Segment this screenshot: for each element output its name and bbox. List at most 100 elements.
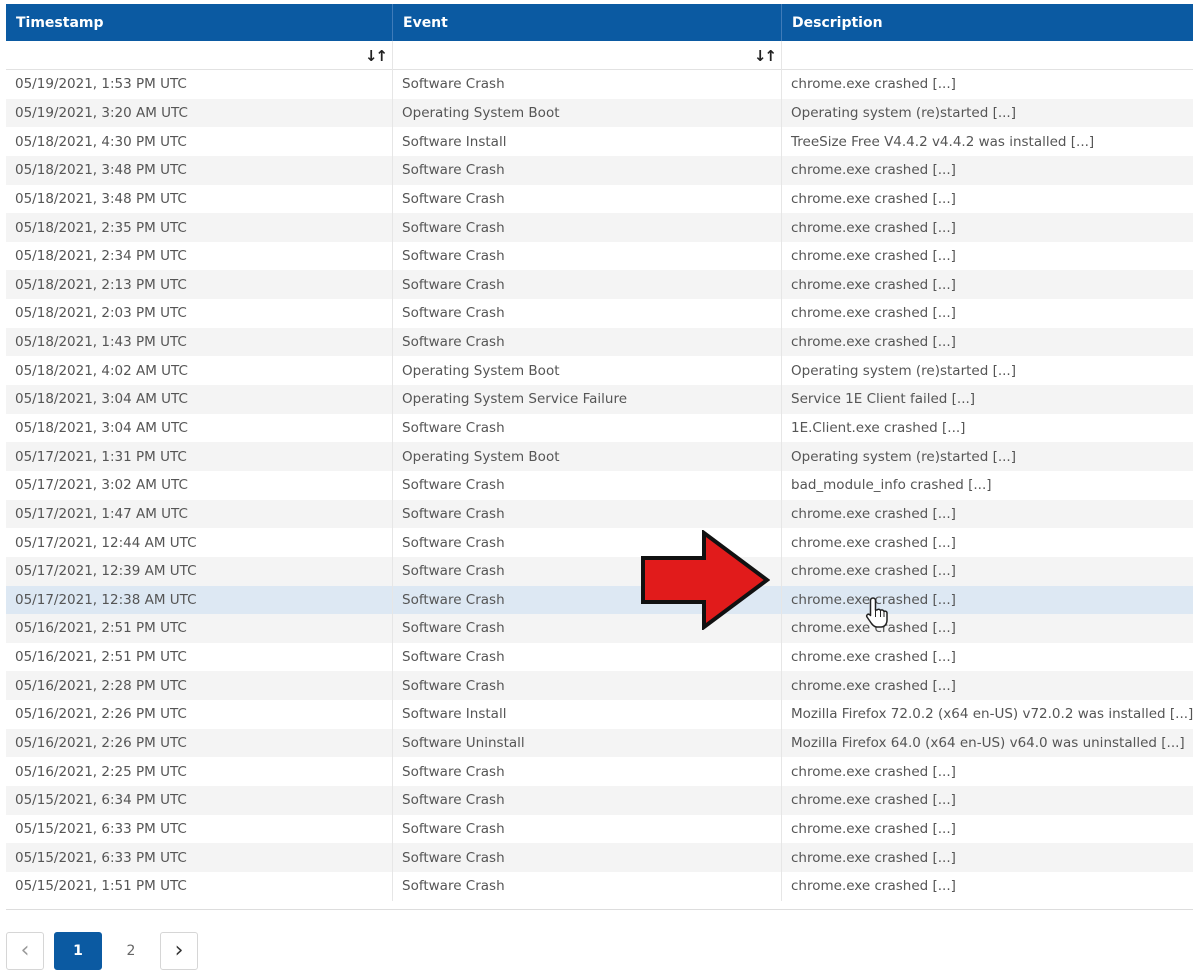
table-row[interactable]: 05/19/2021, 1:53 PM UTC Software Crash chr… [6, 70, 1193, 99]
cell-description: chrome.exe crashed [...] [791, 276, 956, 293]
cell-event: Software Crash [393, 843, 782, 872]
cell-description: Operating system (re)started [...] [791, 362, 1016, 379]
prev-page-button[interactable]: ‹ [6, 932, 44, 970]
table-row[interactable]: 05/17/2021, 12:44 AM UTC Software Crash ch… [6, 528, 1193, 557]
chevron-left-icon: ‹ [20, 938, 30, 963]
table-row[interactable]: 05/17/2021, 1:47 AM UTC Software Crash chr… [6, 499, 1193, 529]
cell-event: Software Install [393, 127, 782, 156]
cell-event: Software Crash [393, 241, 782, 271]
table-row[interactable]: 05/17/2021, 12:39 AM UTC Software Crash ch… [6, 556, 1193, 586]
cell-description: chrome.exe crashed [...] [791, 534, 956, 551]
cell-event: Software Crash [393, 155, 782, 185]
table-row[interactable]: 05/15/2021, 6:33 PM UTC Software Crash chr… [6, 814, 1193, 844]
cell-timestamp: 05/17/2021, 12:44 AM UTC [6, 528, 393, 557]
next-page-button[interactable]: › [160, 932, 198, 970]
table-row[interactable]: 05/16/2021, 2:51 PM UTC Software Crash chr… [6, 614, 1193, 643]
cell-timestamp: 05/18/2021, 1:43 PM UTC [6, 327, 393, 357]
cell-description: 1E.Client.exe crashed [...] [791, 420, 966, 436]
cell-event: Operating System Service Failure [393, 385, 782, 414]
cell-event: Operating System Boot [393, 442, 782, 471]
cell-event: Software Crash [393, 470, 782, 500]
sort-icon[interactable]: ↓↑ [365, 47, 388, 65]
table-row[interactable]: 05/16/2021, 2:51 PM UTC Software Crash chr… [6, 642, 1193, 672]
table-row[interactable]: 05/18/2021, 2:03 PM UTC Software Crash chr… [6, 299, 1193, 328]
table-row[interactable]: 05/17/2021, 3:02 AM UTC Software Crash bad… [6, 470, 1193, 500]
table-row[interactable]: 05/18/2021, 2:35 PM UTC Software Crash chr… [6, 213, 1193, 242]
table-row[interactable]: 05/15/2021, 6:34 PM UTC Software Crash chr… [6, 786, 1193, 815]
sort-cell-timestamp: ↓↑ [6, 41, 393, 70]
cell-event: Software Crash [393, 270, 782, 300]
table-row[interactable]: 05/16/2021, 2:26 PM UTC Software Uninstal… [6, 728, 1193, 758]
table-row[interactable]: 05/18/2021, 4:30 PM UTC Software Install T… [6, 127, 1193, 156]
cell-event: Software Crash [393, 213, 782, 242]
cell-event: Software Crash [393, 786, 782, 815]
cell-timestamp: 05/18/2021, 4:30 PM UTC [6, 127, 393, 156]
cell-event: Software Crash [393, 299, 782, 328]
table-row[interactable]: 05/18/2021, 3:04 AM UTC Software Crash 1E.… [6, 413, 1193, 443]
cell-timestamp: 05/19/2021, 1:53 PM UTC [6, 70, 393, 99]
table-row[interactable]: 05/18/2021, 1:43 PM UTC Software Crash chr… [6, 327, 1193, 357]
chevron-right-icon: › [174, 938, 184, 963]
table-row[interactable]: 05/18/2021, 3:04 AM UTC Operating System … [6, 385, 1193, 414]
cell-description: chrome.exe crashed [...] [791, 563, 956, 580]
cell-timestamp: 05/18/2021, 3:04 AM UTC [6, 385, 393, 414]
cell-timestamp: 05/17/2021, 12:38 AM UTC [6, 585, 393, 615]
cell-event: Software Crash [393, 184, 782, 214]
cell-description: chrome.exe crashed [...] [791, 849, 956, 866]
cell-timestamp: 05/18/2021, 3:48 PM UTC [6, 155, 393, 185]
cell-description: chrome.exe crashed [...] [791, 190, 956, 207]
column-header-description[interactable]: Description [782, 4, 1193, 41]
column-header-timestamp[interactable]: Timestamp [6, 4, 393, 41]
cell-description: chrome.exe crashed [...] [791, 76, 956, 93]
table-row[interactable]: 05/18/2021, 3:48 PM UTC Software Crash chr… [6, 155, 1193, 185]
cell-timestamp: 05/16/2021, 2:26 PM UTC [6, 728, 393, 758]
page-1-button[interactable]: 1 [54, 932, 102, 970]
cell-description: chrome.exe crashed [...] [791, 763, 956, 780]
cell-timestamp: 05/17/2021, 1:31 PM UTC [6, 442, 393, 471]
cell-event: Software Crash [393, 642, 782, 672]
cell-event: Software Crash [393, 814, 782, 844]
table-row[interactable]: 05/18/2021, 2:34 PM UTC Software Crash chr… [6, 241, 1193, 271]
sort-icon[interactable]: ↓↑ [754, 47, 777, 65]
cell-timestamp: 05/15/2021, 1:51 PM UTC [6, 871, 393, 901]
column-header-event[interactable]: Event [393, 4, 782, 41]
cell-event: Operating System Boot [393, 356, 782, 386]
table-row[interactable]: 05/18/2021, 2:13 PM UTC Software Crash chr… [6, 270, 1193, 300]
table-row[interactable]: 05/18/2021, 4:02 AM UTC Operating System … [6, 356, 1193, 386]
table-body: 05/19/2021, 1:53 PM UTC Software Crash chr… [6, 70, 1193, 910]
cell-event: Software Crash [393, 757, 782, 787]
cell-event: Software Crash [393, 871, 782, 901]
table-row[interactable]: 05/15/2021, 1:51 PM UTC Software Crash chr… [6, 871, 1193, 901]
sort-row: ↓↑ ↓↑ [6, 41, 1193, 70]
cell-timestamp: 05/15/2021, 6:33 PM UTC [6, 843, 393, 872]
pagination: ‹ 1 2 › [6, 932, 198, 970]
cell-description: chrome.exe crashed [...] [791, 792, 956, 809]
sort-cell-event: ↓↑ [393, 41, 782, 70]
cell-timestamp: 05/16/2021, 2:26 PM UTC [6, 700, 393, 729]
table-row[interactable]: 05/16/2021, 2:25 PM UTC Software Crash chr… [6, 757, 1193, 787]
cell-timestamp: 05/18/2021, 2:13 PM UTC [6, 270, 393, 300]
cell-event: Software Crash [393, 413, 782, 443]
cell-timestamp: 05/19/2021, 3:20 AM UTC [6, 98, 393, 128]
cell-timestamp: 05/17/2021, 3:02 AM UTC [6, 470, 393, 500]
table-row[interactable]: 05/19/2021, 3:20 AM UTC Operating System … [6, 98, 1193, 128]
table-row[interactable]: 05/18/2021, 3:48 PM UTC Software Crash chr… [6, 184, 1193, 214]
cell-description: chrome.exe crashed [...] [791, 248, 956, 265]
cell-description: chrome.exe crashed [...] [791, 820, 956, 837]
cell-timestamp: 05/18/2021, 3:04 AM UTC [6, 413, 393, 443]
cell-event: Software Crash [393, 499, 782, 529]
table-row[interactable]: 05/16/2021, 2:28 PM UTC Software Crash chr… [6, 671, 1193, 701]
table-row[interactable]: 05/15/2021, 6:33 PM UTC Software Crash chr… [6, 843, 1193, 872]
page-2-button[interactable]: 2 [112, 932, 150, 970]
sort-cell-description [782, 41, 1193, 70]
table-row[interactable]: 05/17/2021, 12:38 AM UTC Software Crash ch… [6, 585, 1193, 615]
cell-description: chrome.exe crashed [...] [791, 162, 956, 179]
table-row[interactable]: 05/17/2021, 1:31 PM UTC Operating System … [6, 442, 1193, 471]
table-row[interactable]: 05/16/2021, 2:26 PM UTC Software Install M… [6, 700, 1193, 729]
cell-description: chrome.exe crashed [...] [791, 219, 956, 236]
cell-timestamp: 05/18/2021, 2:34 PM UTC [6, 241, 393, 271]
cell-description: chrome.exe crashed [...] [791, 305, 956, 322]
cell-description: Mozilla Firefox 72.0.2 (x64 en-US) v72.0… [791, 706, 1193, 723]
cell-description: TreeSize Free V4.4.2 v4.4.2 was installe… [791, 133, 1095, 150]
cell-description: Mozilla Firefox 64.0 (x64 en-US) v64.0 w… [791, 735, 1185, 752]
